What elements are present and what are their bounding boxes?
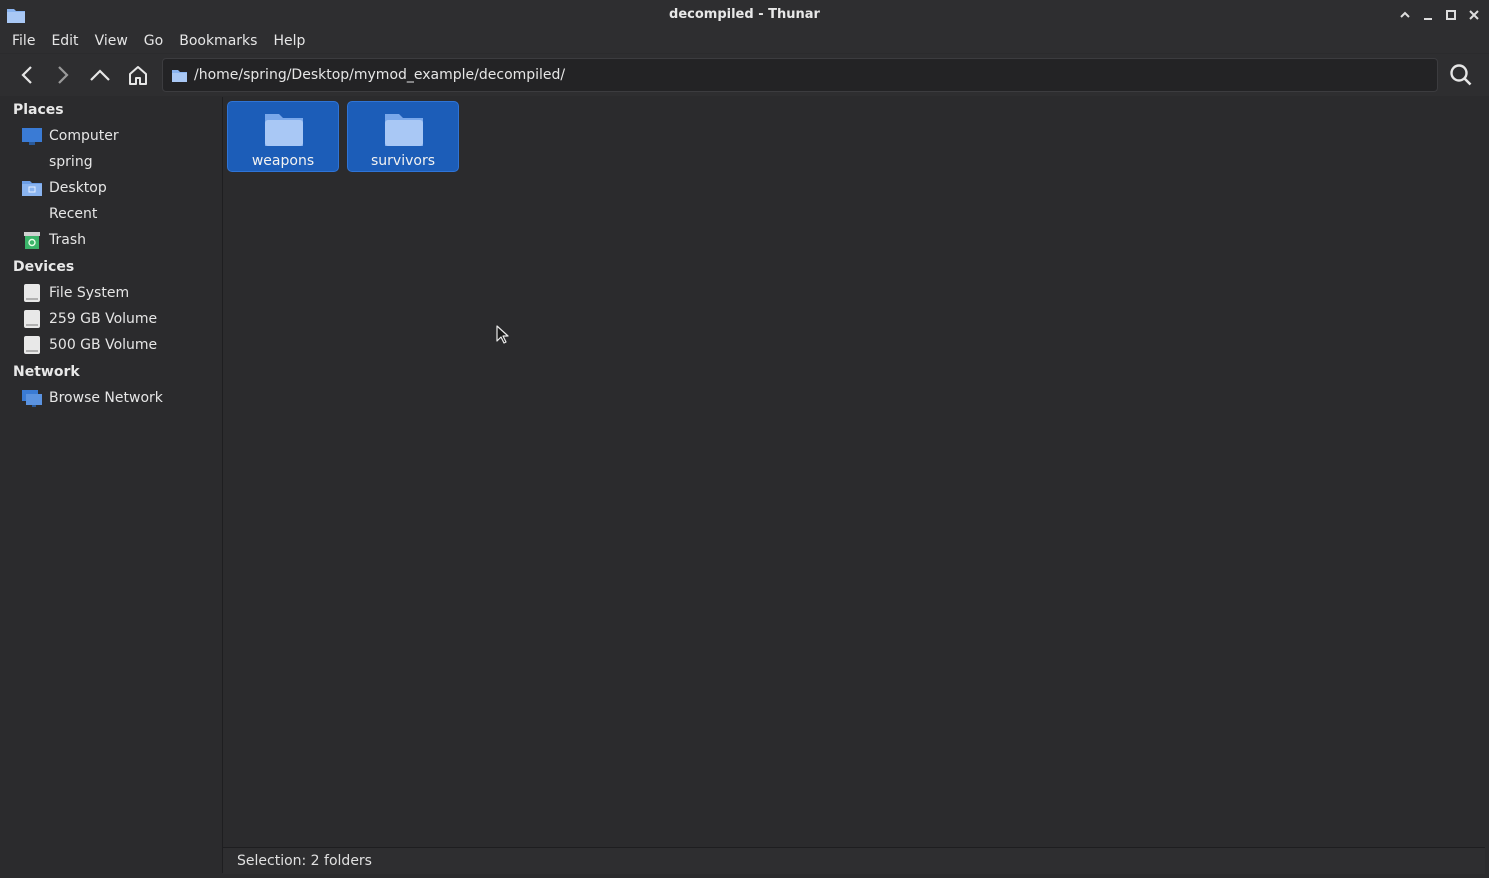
sidebar-item-desktop[interactable]: Desktop — [21, 176, 217, 200]
sidebar-item-259gb-volume[interactable]: 259 GB Volume — [21, 307, 217, 331]
close-icon — [1468, 10, 1479, 20]
menu-view[interactable]: View — [87, 30, 136, 53]
menu-file[interactable]: File — [0, 30, 43, 53]
shade-button[interactable] — [1395, 5, 1414, 25]
sidebar: Places Computer spring Desktop Recent Tr… — [3, 97, 223, 873]
sidebar-item-label: Computer — [49, 128, 119, 144]
search-button[interactable] — [1445, 58, 1477, 92]
close-button[interactable] — [1464, 5, 1483, 25]
location-path: /home/spring/Desktop/mymod_example/decom… — [194, 67, 566, 83]
status-text: Selection: 2 folders — [237, 853, 372, 869]
sidebar-item-label: Recent — [49, 206, 98, 222]
home-button[interactable] — [122, 58, 154, 92]
sidebar-item-recent[interactable]: Recent — [21, 202, 217, 226]
sidebar-item-label: Trash — [49, 232, 86, 248]
menu-edit[interactable]: Edit — [43, 30, 86, 53]
forward-button[interactable] — [47, 58, 79, 92]
sidebar-item-spring[interactable]: spring — [21, 150, 217, 174]
menu-bookmarks[interactable]: Bookmarks — [171, 30, 265, 53]
back-arrow-icon — [21, 66, 32, 84]
network-heading: Network — [13, 364, 80, 380]
drive-icon — [21, 283, 43, 303]
folder-name: survivors — [371, 153, 435, 169]
parent-folder-button[interactable] — [84, 58, 116, 92]
folder-icon — [172, 69, 187, 82]
sidebar-item-trash[interactable]: Trash — [21, 228, 217, 252]
trash-icon — [21, 230, 43, 250]
sidebar-item-label: Desktop — [49, 180, 107, 196]
folder-item-survivors[interactable]: survivors — [347, 101, 459, 172]
window-title: decompiled - Thunar — [669, 7, 820, 22]
recent-icon — [21, 204, 43, 224]
toolbar: /home/spring/Desktop/mymod_example/decom… — [0, 54, 1489, 96]
up-arrow-icon — [90, 69, 110, 81]
title-bar: decompiled - Thunar — [0, 0, 1489, 30]
menu-bar: File Edit View Go Bookmarks Help — [0, 30, 1489, 53]
chevron-up-icon — [1399, 11, 1410, 18]
sidebar-item-label: 259 GB Volume — [49, 311, 158, 327]
location-bar[interactable]: /home/spring/Desktop/mymod_example/decom… — [162, 58, 1438, 92]
file-view[interactable]: weapons survivors — [223, 97, 1485, 847]
minimize-button[interactable] — [1418, 5, 1437, 25]
menu-go[interactable]: Go — [136, 30, 171, 53]
menu-help[interactable]: Help — [265, 30, 313, 53]
search-icon — [1450, 64, 1472, 86]
places-heading: Places — [13, 102, 64, 118]
drive-icon — [21, 335, 43, 355]
status-bar: Selection: 2 folders — [223, 847, 1485, 874]
folder-item-weapons[interactable]: weapons — [227, 101, 339, 172]
sidebar-item-label: Browse Network — [49, 390, 163, 406]
back-button[interactable] — [11, 58, 43, 92]
home-icon — [129, 66, 147, 85]
home-icon — [21, 152, 43, 172]
devices-heading: Devices — [13, 259, 75, 275]
computer-icon — [21, 126, 43, 146]
sidebar-item-500gb-volume[interactable]: 500 GB Volume — [21, 333, 217, 357]
sidebar-item-label: 500 GB Volume — [49, 337, 158, 353]
folder-icon — [265, 114, 303, 146]
folder-name: weapons — [251, 153, 315, 169]
maximize-icon — [1445, 10, 1456, 20]
sidebar-item-file-system[interactable]: File System — [21, 281, 217, 305]
mouse-cursor-icon — [496, 325, 509, 344]
maximize-button[interactable] — [1441, 5, 1460, 25]
desktop-folder-icon — [21, 178, 43, 198]
drive-icon — [21, 309, 43, 329]
forward-arrow-icon — [58, 66, 69, 84]
network-icon — [21, 388, 43, 408]
sidebar-item-computer[interactable]: Computer — [21, 124, 217, 148]
folder-icon — [385, 114, 423, 146]
minimize-icon — [1423, 18, 1432, 20]
sidebar-item-browse-network[interactable]: Browse Network — [21, 386, 217, 410]
sidebar-item-label: spring — [49, 154, 93, 170]
sidebar-item-label: File System — [49, 285, 130, 301]
